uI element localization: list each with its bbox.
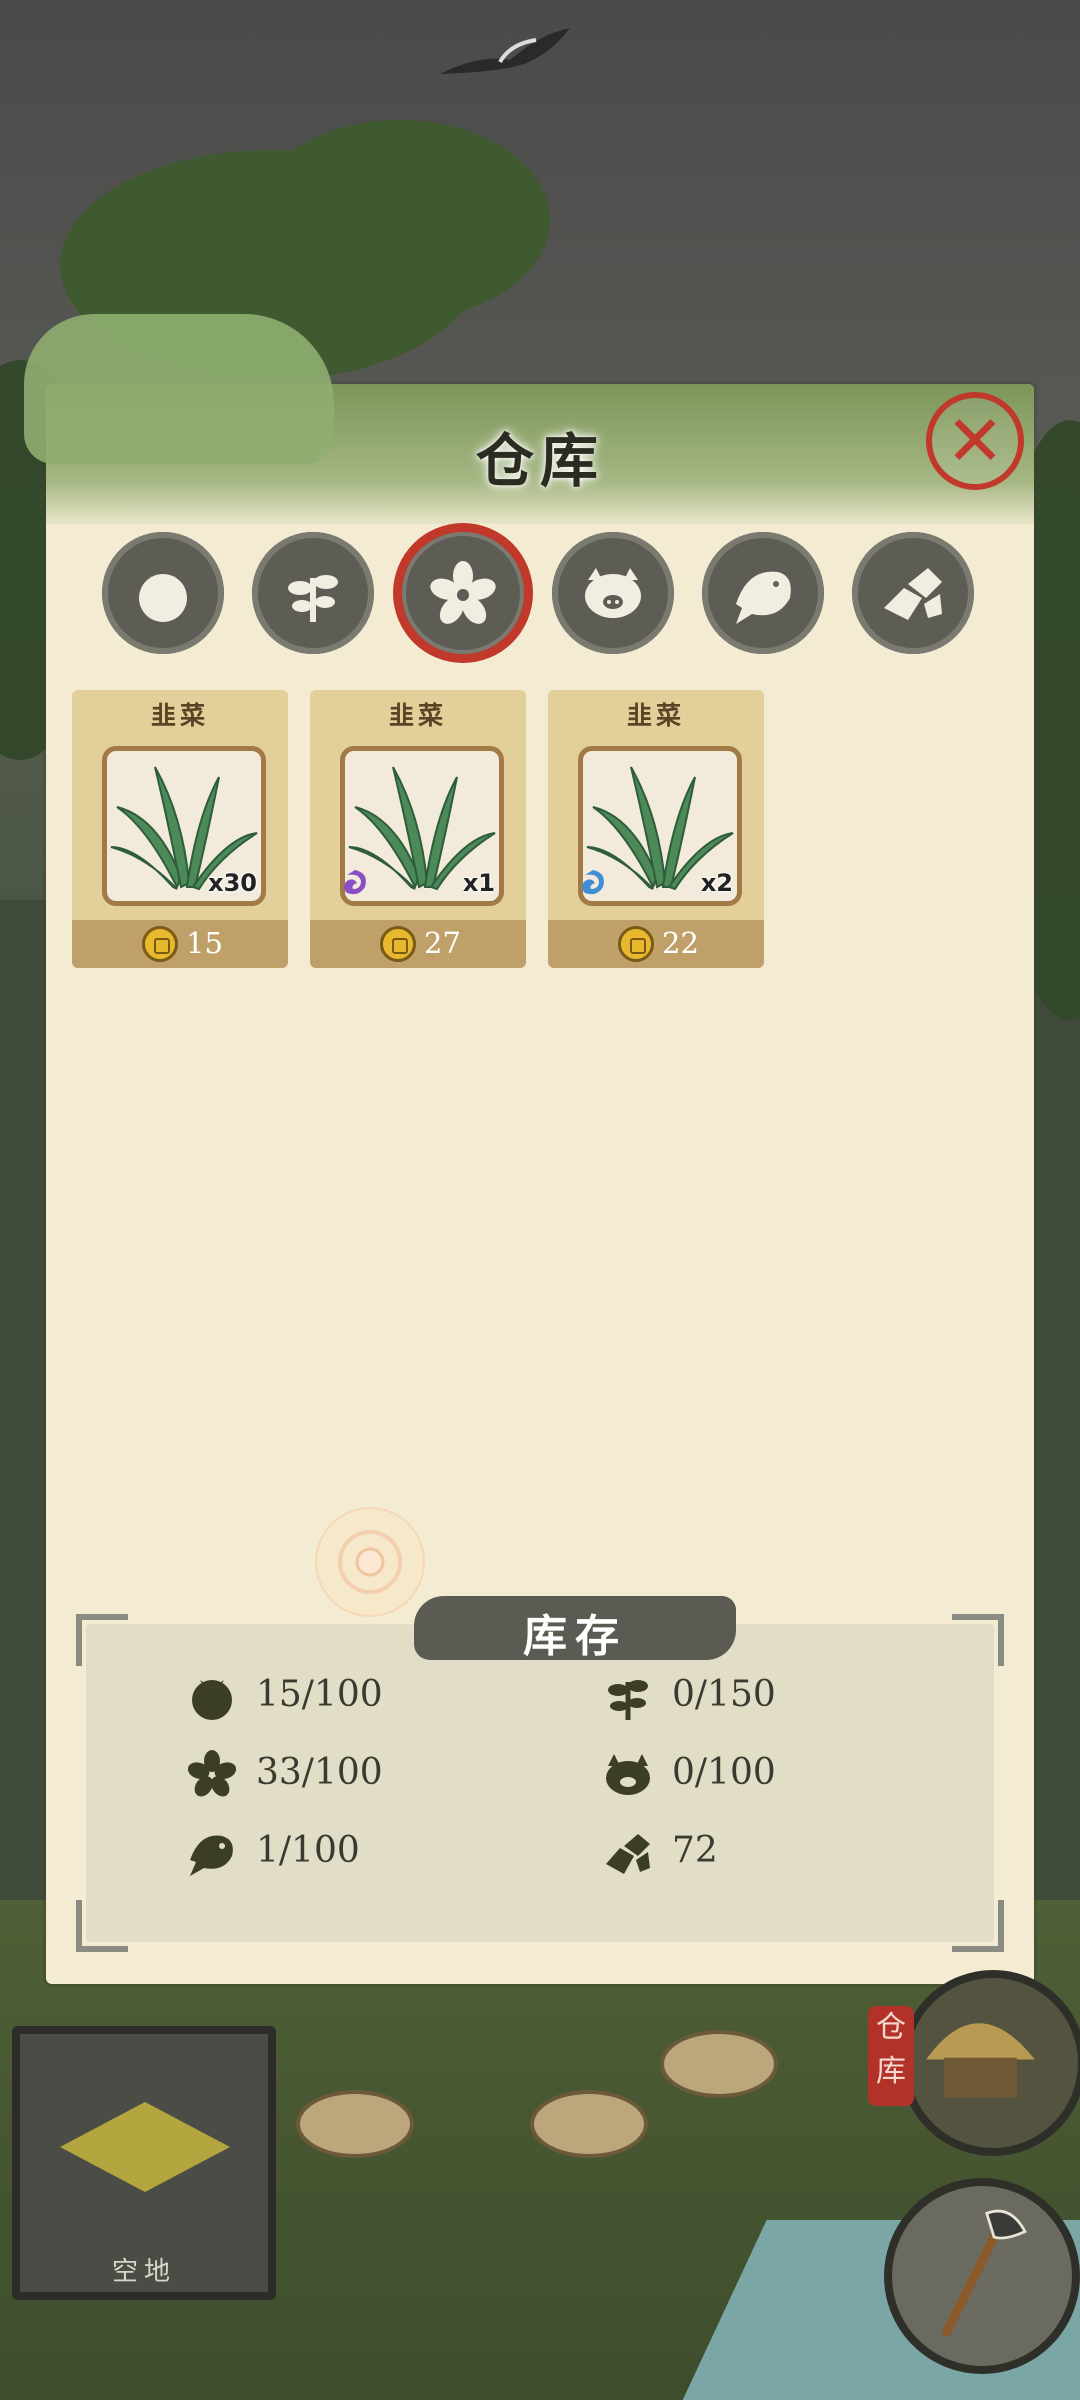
item-image: x1 [340, 746, 504, 906]
warehouse-button[interactable] [900, 1970, 1080, 2156]
flower-icon [430, 561, 496, 624]
tree-stump [296, 2090, 414, 2158]
panel-title: 仓库 [475, 427, 604, 495]
frame-corner [76, 1614, 128, 1666]
axe-icon [942, 2209, 1027, 2337]
tab-crops[interactable] [102, 532, 224, 654]
item-image: x30 [102, 746, 266, 906]
flower-icon [187, 1750, 237, 1797]
item-quantity: x30 [208, 869, 257, 897]
pig-icon [606, 1754, 650, 1795]
item-quantity: x2 [700, 869, 733, 897]
item-quantity: x1 [462, 869, 495, 897]
panel-header: 仓库 ✕ [24, 314, 1034, 524]
plot-icon [60, 2102, 230, 2192]
stone-icon [606, 1834, 650, 1874]
tree-stump [530, 2090, 648, 2158]
stock-value: 0/150 [672, 1674, 776, 1715]
stone-icon [884, 568, 942, 620]
frame-corner [76, 1900, 128, 1952]
price-bar: 15 [72, 920, 288, 968]
item-card[interactable]: 韭菜 x30 15 [72, 690, 288, 968]
touch-indicator-icon [315, 1507, 425, 1617]
stock-value: 0/100 [672, 1752, 776, 1793]
tab-flowers[interactable] [402, 532, 524, 654]
fish-icon [190, 1835, 233, 1876]
coin-icon [380, 926, 416, 962]
tree-stump [660, 2030, 778, 2098]
frame-corner [952, 1900, 1004, 1952]
frame-corner [952, 1614, 1004, 1666]
close-button[interactable]: ✕ [926, 392, 1024, 490]
tab-fish[interactable] [702, 532, 824, 654]
blue-quality-icon [582, 870, 604, 895]
plot-label: 空地 [111, 2257, 176, 2287]
hut-icon [926, 2023, 1035, 2098]
stock-value: 33/100 [256, 1752, 383, 1793]
item-price: 22 [662, 926, 699, 960]
fish-icon [736, 571, 791, 624]
sprout-icon [288, 575, 338, 622]
tomato-icon [139, 574, 187, 622]
item-image: x2 [578, 746, 742, 906]
item-name: 韭菜 [388, 701, 447, 730]
tab-livestock[interactable] [552, 532, 674, 654]
stock-title: 库存 [523, 1611, 627, 1662]
tomato-icon [192, 1680, 232, 1720]
coin-icon [142, 926, 178, 962]
sprout-icon [608, 1680, 648, 1720]
item-card[interactable]: 韭菜 x1 27 [310, 690, 526, 968]
item-name: 韭菜 [150, 701, 209, 730]
item-card[interactable]: 韭菜 x2 22 [548, 690, 764, 968]
item-price: 15 [186, 926, 223, 960]
stock-value: 15/100 [256, 1674, 383, 1715]
coin-icon [618, 926, 654, 962]
warehouse-panel: 仓库 ✕ 韭菜 x30 15 韭菜 x1 27 韭菜 x2 22 库存 15/1… [24, 314, 1034, 1984]
pine-tree [250, 120, 550, 320]
price-bar: 27 [310, 920, 526, 968]
close-icon: ✕ [945, 400, 1005, 482]
stock-summary: 库存 15/100 0/150 33/100 0/100 1/100 72 [76, 1596, 1004, 1952]
stock-value: 72 [672, 1830, 718, 1871]
price-bar: 22 [548, 920, 764, 968]
item-name: 韭菜 [626, 701, 685, 730]
purple-quality-icon [344, 870, 366, 895]
crane-bird [440, 28, 570, 74]
tab-materials[interactable] [852, 532, 974, 654]
pig-icon [585, 568, 641, 618]
chop-button[interactable] [884, 2178, 1080, 2374]
empty-plot-panel[interactable]: 空地 [12, 2026, 276, 2300]
item-price: 27 [424, 926, 461, 960]
tab-herbs[interactable] [252, 532, 374, 654]
stock-value: 1/100 [256, 1830, 360, 1871]
warehouse-label: 仓库 [868, 2006, 914, 2106]
